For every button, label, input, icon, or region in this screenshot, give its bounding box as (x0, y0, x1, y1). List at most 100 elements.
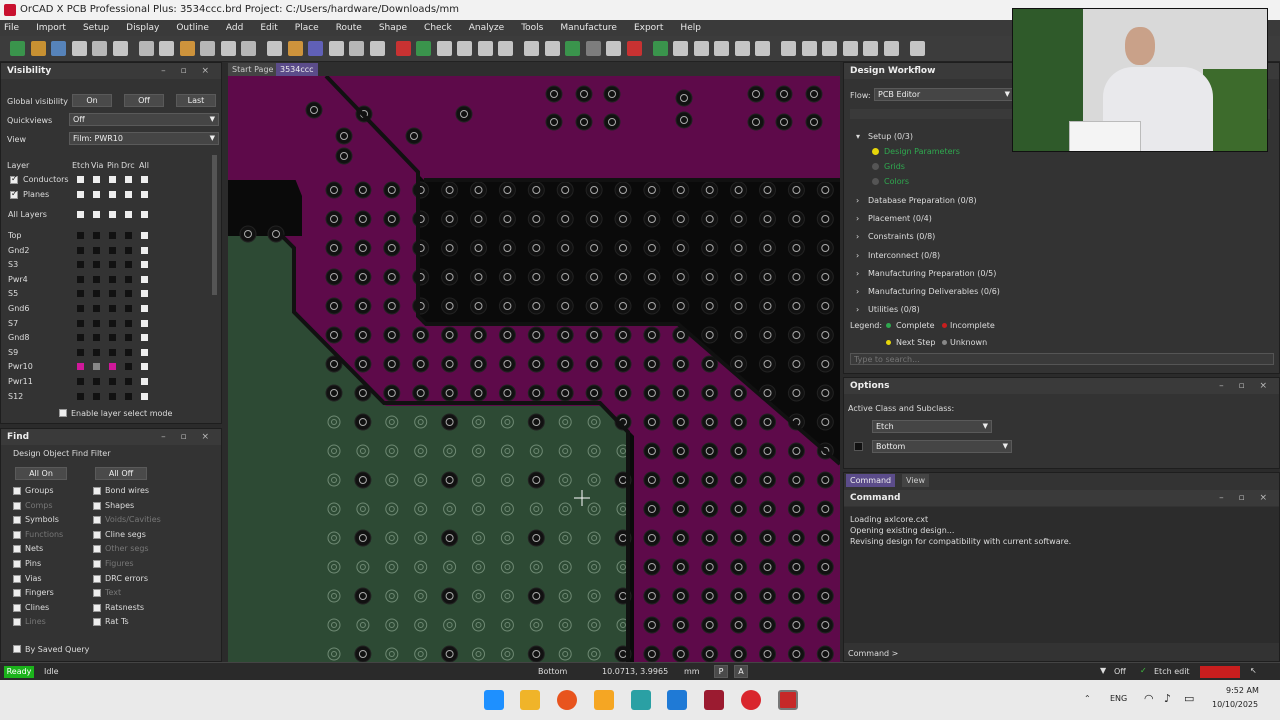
planes-checkbox[interactable] (10, 189, 18, 199)
via[interactable] (267, 225, 285, 243)
via[interactable] (498, 326, 516, 344)
via[interactable] (383, 355, 401, 373)
toolbar-tool-icon[interactable] (498, 41, 513, 56)
find-figures-checkbox[interactable] (93, 560, 101, 568)
via[interactable] (325, 239, 343, 257)
via[interactable] (672, 268, 690, 286)
expand-icon[interactable]: ▾ (856, 132, 860, 141)
via[interactable] (730, 384, 748, 402)
via[interactable] (701, 239, 719, 257)
via[interactable] (470, 210, 487, 228)
setup-item-design-parameters[interactable]: Design Parameters (884, 147, 960, 156)
find-ratsnests-checkbox[interactable] (93, 603, 101, 612)
via[interactable] (498, 355, 516, 373)
app-icon[interactable] (704, 690, 724, 710)
via[interactable] (759, 297, 776, 315)
layer-color-swatch[interactable] (93, 348, 100, 356)
via[interactable] (643, 355, 661, 373)
via[interactable] (412, 355, 430, 373)
via[interactable] (787, 616, 805, 634)
workflow-group[interactable]: Interconnect (0/8) (868, 251, 940, 260)
workflow-group[interactable]: Constraints (0/8) (868, 232, 935, 241)
via[interactable] (527, 413, 545, 431)
app-icon[interactable] (631, 690, 651, 710)
orcad-taskbar-icon[interactable] (778, 690, 798, 710)
via[interactable] (498, 210, 516, 228)
find-shapes-checkbox[interactable] (93, 501, 101, 510)
toolbar-tool-icon[interactable] (179, 41, 195, 56)
via[interactable] (775, 113, 793, 131)
menu-check[interactable]: Check (424, 23, 452, 33)
layer-color-swatch[interactable] (109, 334, 116, 342)
toolbar-tool-icon[interactable] (349, 41, 364, 56)
menu-help[interactable]: Help (680, 23, 701, 33)
layer-color-swatch[interactable] (93, 275, 100, 283)
toolbar-tool-icon[interactable] (241, 41, 256, 56)
via[interactable] (701, 326, 719, 344)
via[interactable] (816, 210, 834, 228)
via[interactable] (585, 268, 603, 286)
via[interactable] (701, 500, 719, 518)
layer-color-swatch[interactable] (125, 348, 132, 356)
via[interactable] (787, 268, 805, 286)
via[interactable] (675, 89, 693, 107)
via[interactable] (556, 181, 574, 199)
via[interactable] (730, 587, 748, 605)
via[interactable] (335, 147, 353, 165)
via[interactable] (730, 181, 748, 199)
via[interactable] (405, 127, 423, 145)
battery-icon[interactable]: ▭ (1184, 692, 1194, 705)
via[interactable] (603, 113, 621, 131)
via[interactable] (383, 210, 401, 228)
via[interactable] (643, 587, 661, 605)
clock-time[interactable]: 9:52 AM (1226, 686, 1259, 695)
via[interactable] (759, 616, 776, 634)
via[interactable] (643, 616, 661, 634)
layer-color-swatch[interactable] (109, 232, 116, 239)
saved-query-checkbox[interactable] (13, 645, 21, 653)
via[interactable] (354, 645, 372, 662)
all-off-button[interactable]: All Off (95, 467, 147, 480)
toolbar-tool-icon[interactable] (328, 41, 344, 56)
layer-color-swatch[interactable] (77, 319, 84, 327)
via[interactable] (787, 645, 805, 662)
find-lines-checkbox[interactable] (13, 618, 21, 627)
via[interactable] (787, 471, 805, 489)
via[interactable] (805, 85, 823, 103)
via[interactable] (787, 297, 805, 315)
via[interactable] (672, 471, 690, 489)
expand-icon[interactable]: › (856, 232, 859, 241)
via[interactable] (816, 645, 834, 662)
volume-icon[interactable]: ♪ (1164, 692, 1171, 705)
via[interactable] (730, 268, 748, 286)
setup-item-colors[interactable]: Colors (884, 177, 909, 186)
via[interactable] (730, 558, 748, 576)
menu-manufacture[interactable]: Manufacture (560, 23, 617, 33)
tab-command[interactable]: Command (846, 474, 896, 487)
layer-color-swatch[interactable] (141, 392, 148, 400)
menu-add[interactable]: Add (226, 23, 243, 33)
via[interactable] (441, 355, 459, 373)
toolbar-tool-icon[interactable] (883, 41, 899, 56)
via[interactable] (354, 326, 372, 344)
file-explorer-icon[interactable] (520, 690, 540, 710)
tab-3534ccc[interactable]: 3534ccc (276, 63, 318, 76)
via[interactable] (816, 384, 834, 402)
toolbar-tool-icon[interactable] (287, 41, 303, 56)
find-comps-checkbox[interactable] (13, 501, 21, 510)
via[interactable] (701, 587, 719, 605)
via[interactable] (816, 239, 834, 257)
windows-start-icon[interactable] (484, 690, 504, 710)
toolbar-tool-icon[interactable] (801, 41, 817, 56)
via[interactable] (747, 85, 765, 103)
via[interactable] (614, 384, 632, 402)
via[interactable] (816, 413, 834, 431)
via[interactable] (354, 587, 372, 605)
via[interactable] (527, 471, 545, 489)
via[interactable] (383, 326, 401, 344)
layer-color-swatch[interactable] (93, 319, 100, 327)
status-p-button[interactable]: P (714, 665, 728, 678)
via[interactable] (672, 210, 690, 228)
via[interactable] (614, 355, 632, 373)
via[interactable] (643, 297, 661, 315)
